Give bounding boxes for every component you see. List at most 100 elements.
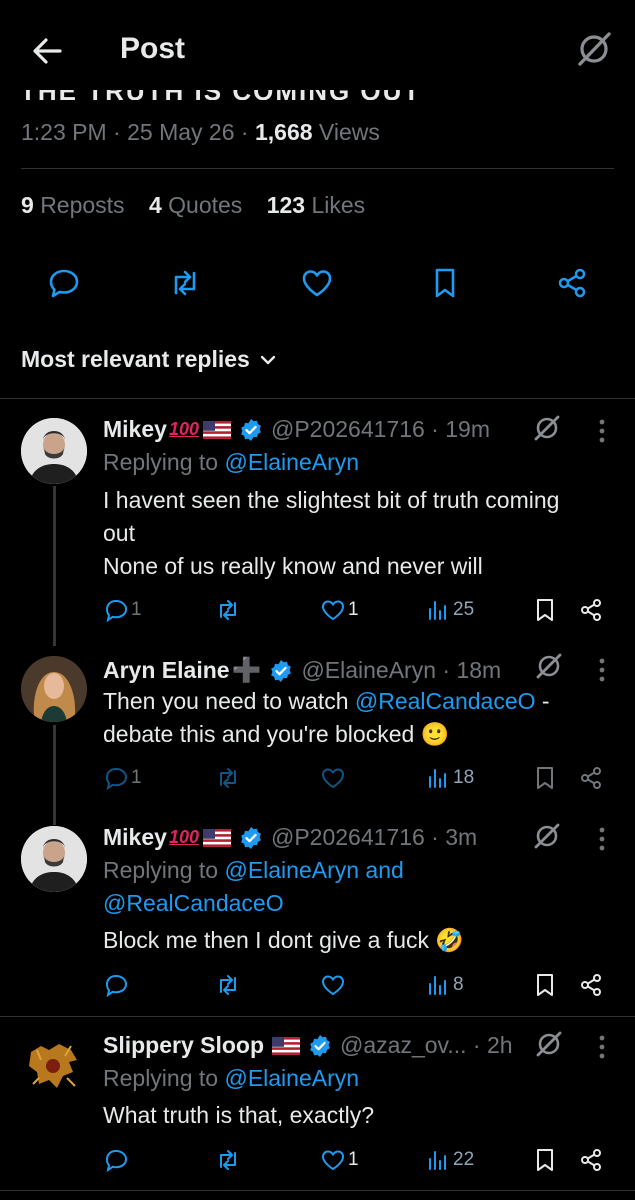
quotes-label[interactable]: Quotes <box>168 192 242 218</box>
verified-badge-icon <box>239 826 263 850</box>
grok-icon[interactable] <box>535 652 563 680</box>
display-name[interactable]: Mikey <box>103 416 167 443</box>
top-bar: Post <box>0 0 635 95</box>
grok-icon[interactable] <box>575 30 613 68</box>
like-button[interactable] <box>320 972 346 998</box>
reply-text: Then you need to watch @RealCandaceO - d… <box>103 688 550 747</box>
avatar[interactable] <box>21 418 87 484</box>
more-options-icon[interactable] <box>592 1034 612 1060</box>
verified-badge-icon <box>269 659 293 683</box>
reposts-count[interactable]: 9 <box>21 192 34 218</box>
replying-to: Replying to @ElaineAryn <box>103 1065 360 1091</box>
like-button[interactable]: 1 <box>320 597 359 623</box>
grok-icon[interactable] <box>533 414 561 442</box>
repost-button[interactable] <box>215 1147 241 1173</box>
more-options-icon[interactable] <box>592 418 612 444</box>
repost-button[interactable] <box>215 597 241 623</box>
reply-time: 3m <box>445 824 478 850</box>
verified-badge-icon <box>308 1034 332 1058</box>
back-arrow-icon[interactable] <box>30 34 64 68</box>
reply-text: What truth is that, exactly? <box>103 1102 375 1128</box>
share-button[interactable] <box>578 1147 604 1173</box>
share-button[interactable] <box>578 765 604 791</box>
post-text-cut: THE TRUTH IS COMING OUT <box>20 90 420 100</box>
like-icon[interactable] <box>300 266 334 300</box>
share-button[interactable] <box>578 597 604 623</box>
reply-text: Block me then I dont give a fuck 🤣 <box>103 927 465 953</box>
share-button[interactable] <box>578 972 604 998</box>
replying-to: Replying to @ElaineAryn and @RealCandace… <box>103 854 404 920</box>
verified-badge-icon <box>239 418 263 442</box>
reply-header: Mikey 100 @P202641716 · 19m <box>103 416 490 443</box>
reply-header: Slippery Sloop @azaz_ov... · 2h <box>103 1032 513 1059</box>
reply-icon[interactable] <box>47 266 81 300</box>
us-flag-icon <box>202 420 231 439</box>
views-count: 1,668 <box>254 119 313 145</box>
repost-button[interactable] <box>215 765 241 791</box>
display-name[interactable]: Mikey <box>103 824 167 851</box>
reply-text: I havent seen the slightest bit of truth… <box>103 487 560 579</box>
share-icon[interactable] <box>555 266 589 300</box>
mention-link[interactable]: @ElaineAryn <box>224 449 359 475</box>
mention-link[interactable]: @RealCandaceO <box>355 688 536 714</box>
repost-icon[interactable] <box>168 266 202 300</box>
thread-line <box>53 725 56 825</box>
divider <box>0 1190 635 1191</box>
views-button[interactable]: 22 <box>425 1147 474 1173</box>
reply-button[interactable]: 1 <box>103 765 142 791</box>
bookmark-icon[interactable] <box>428 266 462 300</box>
reply-button[interactable] <box>103 1147 129 1173</box>
display-name[interactable]: Aryn Elaine <box>103 657 230 684</box>
grok-icon[interactable] <box>535 1030 563 1058</box>
avatar[interactable] <box>21 656 87 722</box>
page-title: Post <box>120 32 186 65</box>
reposts-label[interactable]: Reposts <box>40 192 124 218</box>
reply-header: Aryn Elaine ➕ @ElaineAryn · 18m <box>103 657 502 684</box>
smile-emoji: 🙂 <box>420 721 450 747</box>
reply-button[interactable] <box>103 972 129 998</box>
likes-count[interactable]: 123 <box>267 192 305 218</box>
like-button[interactable]: 1 <box>320 1147 359 1173</box>
post-stats: 9 Reposts 4 Quotes 123 Likes <box>21 192 383 219</box>
mention-link[interactable]: @ElaineAryn and <box>224 857 403 883</box>
chevron-down-icon <box>260 355 276 364</box>
bookmark-button[interactable] <box>532 972 558 998</box>
views-button[interactable]: 8 <box>425 972 464 998</box>
bookmark-button[interactable] <box>532 597 558 623</box>
handle: @P202641716 <box>270 416 425 442</box>
more-options-icon[interactable] <box>592 657 612 683</box>
mention-link[interactable]: @RealCandaceO <box>103 887 404 920</box>
avatar[interactable] <box>21 826 87 892</box>
thread-line <box>53 486 56 646</box>
bookmark-button[interactable] <box>532 1147 558 1173</box>
repost-button[interactable] <box>215 972 241 998</box>
avatar[interactable] <box>21 1032 87 1098</box>
display-name[interactable]: Slippery Sloop <box>103 1032 264 1059</box>
mention-link[interactable]: @ElaineAryn <box>224 1065 359 1091</box>
quotes-count[interactable]: 4 <box>149 192 162 218</box>
bookmark-button[interactable] <box>532 765 558 791</box>
divider <box>21 168 614 169</box>
handle: @P202641716 <box>270 824 425 850</box>
post-date: 25 May 26 <box>127 119 235 145</box>
reply-time: 18m <box>456 657 502 683</box>
likes-label[interactable]: Likes <box>311 192 365 218</box>
us-flag-icon <box>272 1036 301 1055</box>
views-button[interactable]: 18 <box>425 765 474 791</box>
divider <box>0 398 635 399</box>
post-time: 1:23 PM <box>21 119 107 145</box>
us-flag-icon <box>202 828 231 847</box>
reply-button[interactable]: 1 <box>103 597 142 623</box>
replies-sort-dropdown[interactable]: Most relevant replies <box>21 346 278 373</box>
reply-header: Mikey 100 @P202641716 · 3m <box>103 824 478 851</box>
handle: @ElaineAryn <box>301 657 437 683</box>
hundred-emoji: 100 <box>168 827 199 847</box>
laughing-emoji: 🤣 <box>435 927 465 953</box>
like-button[interactable] <box>320 765 346 791</box>
grok-icon[interactable] <box>533 822 561 850</box>
replying-to: Replying to @ElaineAryn <box>103 449 360 475</box>
views-button[interactable]: 25 <box>425 597 474 623</box>
divider <box>0 1016 635 1017</box>
handle: @azaz_ov... <box>340 1032 467 1058</box>
more-options-icon[interactable] <box>592 826 612 852</box>
